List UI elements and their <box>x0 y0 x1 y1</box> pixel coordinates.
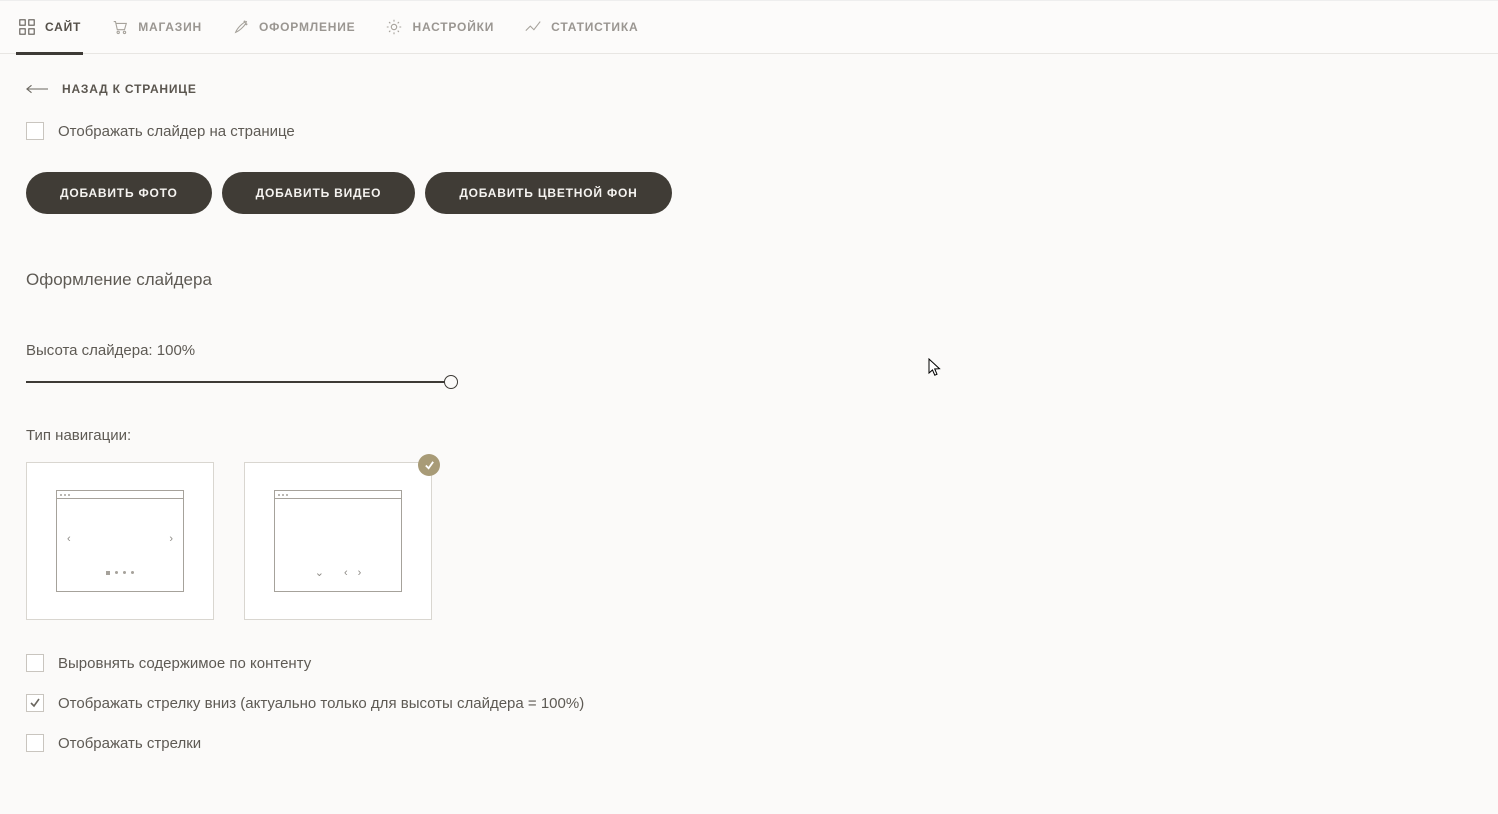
chevron-left-icon: ‹ <box>67 533 71 545</box>
chart-icon <box>524 18 542 36</box>
tab-design[interactable]: ОФОРМЛЕНИЕ <box>232 0 355 54</box>
slider-options: Выровнять содержимое по контенту Отображ… <box>26 654 1472 752</box>
align-row: Выровнять содержимое по контенту <box>26 654 1472 672</box>
top-tabs: САЙТ МАГАЗИН ОФОРМЛЕНИЕ НАСТРОЙКИ СТАТИС… <box>0 0 1498 54</box>
slider-height-label: Высота слайдера: 100% <box>26 342 1472 359</box>
thumb-preview: ⌄ ‹ › <box>274 490 402 592</box>
show-slider-checkbox[interactable] <box>26 122 44 140</box>
chevron-down-icon: ⌄ <box>315 566 324 579</box>
cart-icon <box>111 18 129 36</box>
arrow-down-checkbox[interactable] <box>26 694 44 712</box>
arrow-down-row: Отображать стрелку вниз (актуально тольк… <box>26 694 1472 712</box>
gear-icon <box>385 18 403 36</box>
selected-badge <box>418 454 440 476</box>
slider-track <box>26 381 450 383</box>
add-bg-button[interactable]: ДОБАВИТЬ ЦВЕТНОЙ ФОН <box>425 172 671 214</box>
tab-store[interactable]: МАГАЗИН <box>111 0 202 54</box>
thumb-preview: ‹ › <box>56 490 184 592</box>
arrow-down-label: Отображать стрелку вниз (актуально тольк… <box>58 695 584 712</box>
chevron-right-icon: › <box>358 567 362 579</box>
align-label: Выровнять содержимое по контенту <box>58 655 311 672</box>
add-buttons: ДОБАВИТЬ ФОТО ДОБАВИТЬ ВИДЕО ДОБАВИТЬ ЦВ… <box>26 172 1472 214</box>
tab-settings[interactable]: НАСТРОЙКИ <box>385 0 494 54</box>
nav-type-label: Тип навигации: <box>26 427 1472 444</box>
tab-site[interactable]: САЙТ <box>18 0 81 54</box>
show-slider-label: Отображать слайдер на странице <box>58 123 295 140</box>
add-photo-button[interactable]: ДОБАВИТЬ ФОТО <box>26 172 212 214</box>
nav-type-option-1[interactable]: ‹ › <box>26 462 214 620</box>
tab-label: ОФОРМЛЕНИЕ <box>259 20 355 34</box>
chevron-left-icon: ‹ <box>344 567 348 579</box>
align-checkbox[interactable] <box>26 654 44 672</box>
slider-thumb[interactable] <box>444 375 458 389</box>
back-label: НАЗАД К СТРАНИЦЕ <box>62 82 197 96</box>
nav-type-options: ‹ › ⌄ ‹ › <box>26 462 1472 620</box>
show-slider-row: Отображать слайдер на странице <box>26 122 1472 140</box>
tab-label: СТАТИСТИКА <box>551 20 638 34</box>
slider-height-slider[interactable] <box>26 375 450 389</box>
tab-label: МАГАЗИН <box>138 20 202 34</box>
back-link[interactable]: НАЗАД К СТРАНИЦЕ <box>0 54 1498 104</box>
tab-label: НАСТРОЙКИ <box>412 20 494 34</box>
arrows-label: Отображать стрелки <box>58 735 201 752</box>
add-video-button[interactable]: ДОБАВИТЬ ВИДЕО <box>222 172 416 214</box>
arrow-left-icon <box>26 84 48 94</box>
tab-label: САЙТ <box>45 20 81 34</box>
check-icon <box>424 460 435 471</box>
grid-icon <box>18 18 36 36</box>
brush-icon <box>232 18 250 36</box>
nav-type-option-2[interactable]: ⌄ ‹ › <box>244 462 432 620</box>
tab-stats[interactable]: СТАТИСТИКА <box>524 0 638 54</box>
section-title: Оформление слайдера <box>26 270 1472 290</box>
chevron-right-icon: › <box>169 533 173 545</box>
content: Отображать слайдер на странице ДОБАВИТЬ … <box>0 104 1498 814</box>
